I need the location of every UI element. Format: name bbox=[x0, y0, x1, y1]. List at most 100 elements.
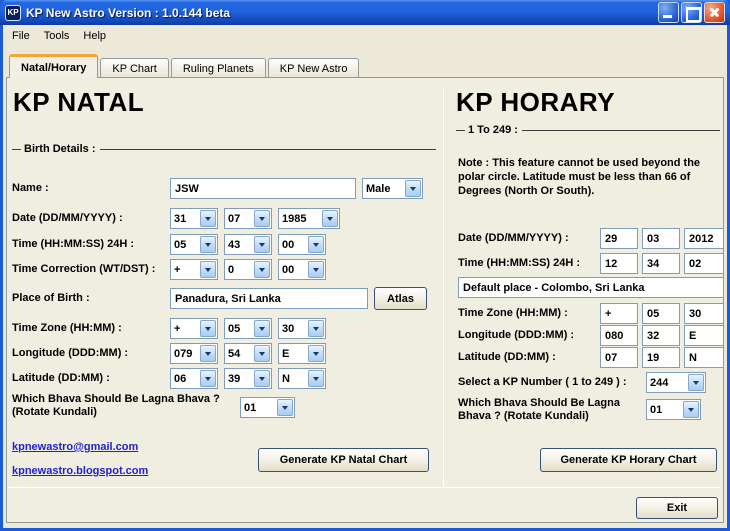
horary-time-second-input[interactable]: 02 bbox=[684, 253, 724, 274]
horary-latitude-degrees-input[interactable]: 07 bbox=[600, 347, 638, 368]
horary-latitude-label: Latitude (DD:MM) : bbox=[458, 351, 556, 363]
natal-bhava-select[interactable]: 01 bbox=[240, 397, 295, 418]
horary-bhava-label-line2: Bhava ? (Rotate Kundali) bbox=[458, 410, 589, 422]
combo-value: 07 bbox=[228, 213, 241, 225]
natal-date-day-select[interactable]: 31 bbox=[170, 208, 218, 229]
chevron-down-icon bbox=[254, 261, 270, 278]
chevron-down-icon bbox=[254, 370, 270, 387]
horary-zone-hours-input[interactable]: 05 bbox=[642, 303, 680, 324]
chevron-down-icon bbox=[405, 180, 421, 197]
chevron-down-icon bbox=[308, 370, 324, 387]
menu-item-file[interactable]: File bbox=[6, 27, 38, 45]
panel-divider-vertical bbox=[443, 87, 444, 487]
horary-place-input[interactable]: Default place - Colombo, Sri Lanka bbox=[458, 277, 724, 298]
combo-value: 43 bbox=[228, 239, 241, 251]
chevron-down-icon bbox=[322, 210, 338, 227]
horary-kp-number-label: Select a KP Number ( 1 to 249 ) : bbox=[458, 376, 627, 388]
natal-time-label: Time (HH:MM:SS) 24H : bbox=[12, 238, 135, 250]
close-button[interactable] bbox=[704, 2, 725, 23]
chevron-down-icon bbox=[277, 399, 293, 416]
horary-time-hour-input[interactable]: 12 bbox=[600, 253, 638, 274]
horary-zone-minutes-input[interactable]: 30 bbox=[684, 303, 724, 324]
natal-zone-sign-select[interactable]: + bbox=[170, 318, 218, 339]
combo-value: 39 bbox=[228, 373, 241, 385]
tab-natal-horary[interactable]: Natal/Horary bbox=[9, 54, 99, 78]
window-body: File Tools Help Natal/Horary KP Chart Ru… bbox=[3, 25, 727, 528]
combo-value: + bbox=[174, 264, 181, 276]
chevron-down-icon bbox=[688, 374, 704, 391]
natal-name-label: Name : bbox=[12, 182, 49, 194]
natal-date-label: Date (DD/MM/YYYY) : bbox=[12, 212, 123, 224]
horary-heading: KP HORARY bbox=[456, 87, 616, 117]
blog-link[interactable]: kpnewastro.blogspot.com bbox=[12, 465, 148, 477]
chevron-down-icon bbox=[308, 261, 324, 278]
chevron-down-icon bbox=[254, 236, 270, 253]
natal-zone-hours-select[interactable]: 05 bbox=[224, 318, 272, 339]
natal-zone-minutes-select[interactable]: 30 bbox=[278, 318, 326, 339]
natal-date-year-select[interactable]: 1985 bbox=[278, 208, 340, 229]
horary-bhava-select[interactable]: 01 bbox=[646, 399, 701, 420]
horary-date-month-input[interactable]: 03 bbox=[642, 228, 680, 249]
horary-longitude-minutes-input[interactable]: 32 bbox=[642, 325, 680, 346]
combo-value: 00 bbox=[282, 264, 295, 276]
horary-bhava-label-line1: Which Bhava Should Be Lagna bbox=[458, 397, 620, 409]
combo-value: 01 bbox=[244, 402, 257, 414]
natal-longitude-minutes-select[interactable]: 54 bbox=[224, 343, 272, 364]
natal-latitude-minutes-select[interactable]: 39 bbox=[224, 368, 272, 389]
tab-kp-chart[interactable]: KP Chart bbox=[100, 58, 169, 78]
combo-value: 06 bbox=[174, 373, 187, 385]
natal-time-minute-select[interactable]: 43 bbox=[224, 234, 272, 255]
natal-time-second-select[interactable]: 00 bbox=[278, 234, 326, 255]
natal-correction-label: Time Correction (WT/DST) : bbox=[12, 263, 156, 275]
natal-time-hour-select[interactable]: 05 bbox=[170, 234, 218, 255]
natal-name-input[interactable]: JSW bbox=[170, 178, 356, 199]
combo-value: N bbox=[282, 373, 290, 385]
horary-longitude-direction-input[interactable]: E bbox=[684, 325, 724, 346]
natal-date-month-select[interactable]: 07 bbox=[224, 208, 272, 229]
email-link[interactable]: kpnewastro@gmail.com bbox=[12, 441, 138, 453]
natal-latitude-label: Latitude (DD:MM) : bbox=[12, 372, 110, 384]
horary-date-year-input[interactable]: 2012 bbox=[684, 228, 724, 249]
menu-item-help[interactable]: Help bbox=[77, 27, 114, 45]
generate-natal-button[interactable]: Generate KP Natal Chart bbox=[258, 448, 429, 472]
natal-latitude-degrees-select[interactable]: 06 bbox=[170, 368, 218, 389]
natal-bhava-label-line2: (Rotate Kundali) bbox=[12, 406, 97, 418]
generate-horary-button[interactable]: Generate KP Horary Chart bbox=[540, 448, 717, 472]
combo-value: 54 bbox=[228, 348, 241, 360]
tab-kp-new-astro[interactable]: KP New Astro bbox=[267, 58, 360, 78]
horary-time-label: Time (HH:MM:SS) 24H : bbox=[458, 257, 581, 269]
natal-longitude-degrees-select[interactable]: 079 bbox=[170, 343, 218, 364]
horary-kp-number-select[interactable]: 244 bbox=[646, 372, 706, 393]
natal-longitude-direction-select[interactable]: E bbox=[278, 343, 326, 364]
minimize-button[interactable] bbox=[658, 2, 679, 23]
combo-value: 30 bbox=[282, 323, 295, 335]
natal-place-input[interactable]: Panadura, Sri Lanka bbox=[170, 288, 368, 309]
chevron-down-icon bbox=[200, 236, 216, 253]
natal-gender-select[interactable]: Male bbox=[362, 178, 423, 199]
horary-zone-sign-input[interactable]: + bbox=[600, 303, 638, 324]
natal-correction-minutes-select[interactable]: 00 bbox=[278, 259, 326, 280]
natal-correction-sign-select[interactable]: + bbox=[170, 259, 218, 280]
chevron-down-icon bbox=[254, 345, 270, 362]
horary-date-label: Date (DD/MM/YYYY) : bbox=[458, 232, 569, 244]
natal-heading: KP NATAL bbox=[13, 87, 145, 117]
atlas-button[interactable]: Atlas bbox=[374, 287, 427, 310]
horary-time-minute-input[interactable]: 34 bbox=[642, 253, 680, 274]
maximize-button[interactable] bbox=[681, 2, 702, 23]
natal-latitude-direction-select[interactable]: N bbox=[278, 368, 326, 389]
horary-longitude-degrees-input[interactable]: 080 bbox=[600, 325, 638, 346]
chevron-down-icon bbox=[200, 210, 216, 227]
chevron-down-icon bbox=[308, 320, 324, 337]
horary-latitude-direction-input[interactable]: N bbox=[684, 347, 724, 368]
horary-note: Note : This feature cannot be used beyon… bbox=[458, 157, 701, 197]
horary-date-day-input[interactable]: 29 bbox=[600, 228, 638, 249]
exit-button[interactable]: Exit bbox=[636, 497, 718, 519]
natal-bhava-label-line1: Which Bhava Should Be Lagna Bhava ? bbox=[12, 393, 220, 405]
tab-ruling-planets[interactable]: Ruling Planets bbox=[170, 58, 266, 78]
horary-latitude-minutes-input[interactable]: 19 bbox=[642, 347, 680, 368]
chevron-down-icon bbox=[683, 401, 699, 418]
chevron-down-icon bbox=[254, 320, 270, 337]
natal-correction-hours-select[interactable]: 0 bbox=[224, 259, 272, 280]
menu-item-tools[interactable]: Tools bbox=[38, 27, 78, 45]
combo-value: 31 bbox=[174, 213, 187, 225]
